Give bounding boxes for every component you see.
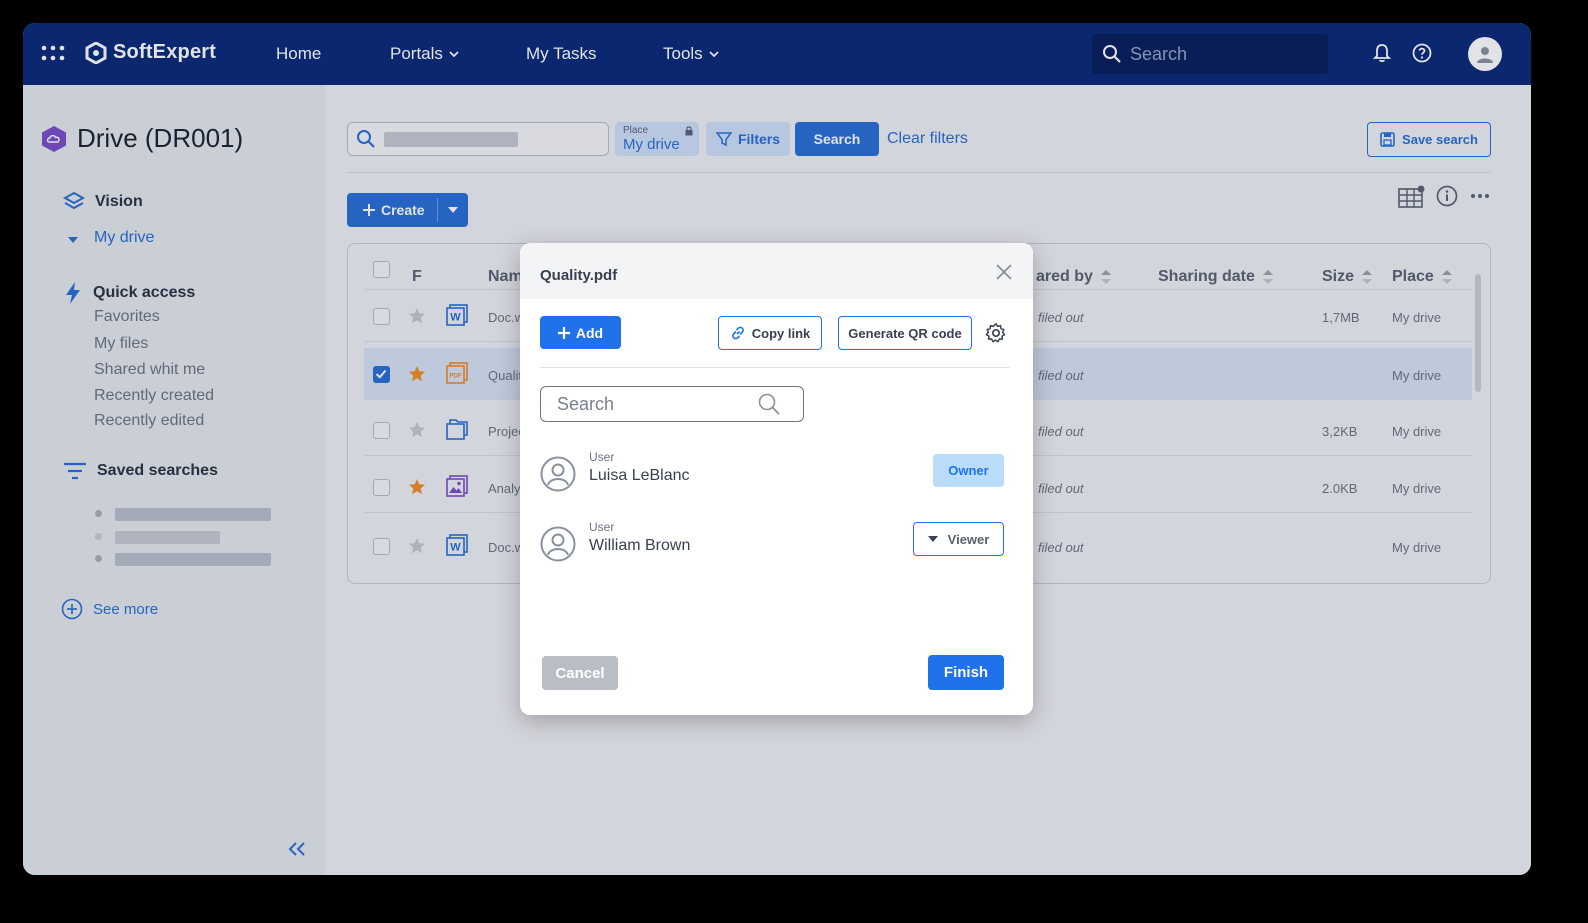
user-type-label: User xyxy=(589,520,615,534)
copy-link-label: Copy link xyxy=(751,325,811,341)
dialog-title: Quality.pdf xyxy=(540,267,618,284)
add-label: Add xyxy=(575,324,604,341)
user-type-label: User xyxy=(589,450,615,464)
cancel-button[interactable]: Cancel xyxy=(542,656,618,690)
user-search-field[interactable] xyxy=(540,386,804,422)
copy-link-button[interactable]: Copy link xyxy=(718,316,822,350)
dialog-header: Quality.pdf xyxy=(520,243,1033,299)
link-icon xyxy=(731,326,744,340)
owner-badge: Owner xyxy=(933,454,1004,487)
add-user-button[interactable]: Add xyxy=(540,316,621,349)
plus-icon xyxy=(557,326,570,339)
dialog-divider xyxy=(540,367,1010,368)
shared-user-row: User William Brown Viewer xyxy=(540,520,1010,570)
user-avatar-icon xyxy=(540,456,576,492)
finish-button[interactable]: Finish xyxy=(928,655,1004,690)
gear-icon[interactable] xyxy=(985,322,1007,344)
share-dialog: Quality.pdf Add Copy link Generate QR co… xyxy=(520,243,1033,715)
user-name: Luisa LeBlanc xyxy=(589,467,690,484)
permission-value: Viewer xyxy=(947,531,990,547)
user-search-input[interactable] xyxy=(557,393,757,415)
close-icon[interactable] xyxy=(996,264,1012,280)
shared-user-row: User Luisa LeBlanc Owner xyxy=(540,450,1010,500)
app-window: SoftExpert Home Portals My Tasks Tools S… xyxy=(23,23,1531,875)
caret-down-icon xyxy=(927,536,938,542)
user-avatar-icon xyxy=(540,526,576,562)
user-name: William Brown xyxy=(589,537,691,554)
generate-qr-button[interactable]: Generate QR code xyxy=(838,316,972,350)
permission-select[interactable]: Viewer xyxy=(913,522,1004,556)
search-icon xyxy=(758,393,780,415)
